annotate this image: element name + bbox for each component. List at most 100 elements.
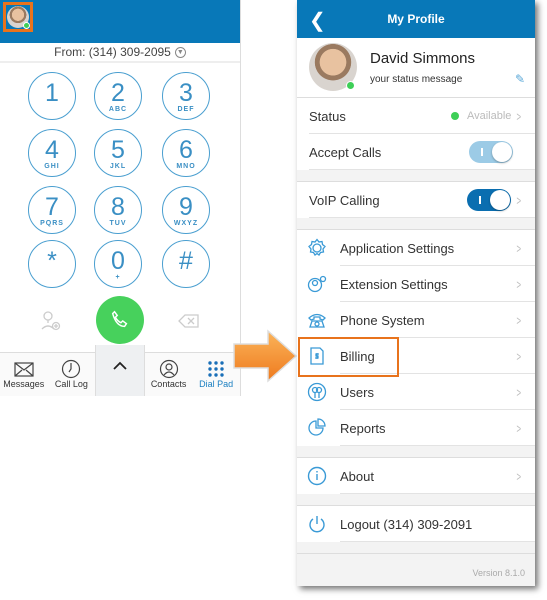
from-number-selector[interactable]: From: (314) 309-2095 ▼ [0, 43, 240, 63]
arrow-pointer [232, 328, 298, 389]
menu-item-phone-system[interactable]: Phone System > [297, 302, 535, 338]
tab-label: Call Log [54, 379, 88, 389]
chevron-down-icon: ▼ [174, 46, 186, 58]
chevron-right-icon: > [516, 240, 522, 256]
pencil-icon[interactable]: ✎ [515, 72, 525, 86]
dialer-header [0, 0, 240, 43]
key-letters: + [115, 274, 121, 281]
profile-avatar-button[interactable] [3, 2, 33, 32]
logout-button[interactable]: Logout (314) 309-2091 [297, 506, 535, 542]
key-digit: 3 [179, 79, 193, 107]
divider [297, 170, 535, 182]
chevron-right-icon: > [516, 312, 522, 328]
online-dot [346, 81, 355, 90]
version-label: Version 8.1.0 [472, 568, 525, 578]
voip-label: VoIP Calling [309, 192, 380, 208]
logout-label: Logout (314) 309-2091 [340, 516, 473, 532]
key-8[interactable]: 8 TUV [94, 186, 142, 234]
tab-label: Messages [3, 379, 45, 389]
voip-toggle[interactable] [467, 189, 512, 211]
profile-screen: ❮ My Profile David Simmons your status m… [297, 0, 535, 586]
tab-call-log[interactable]: Call Log [48, 353, 96, 396]
key-letters: ABC [108, 106, 128, 113]
key-12[interactable]: # [162, 240, 210, 288]
back-chevron-icon[interactable]: ❮ [309, 8, 326, 33]
tab-bar: Messages Call Log Contacts Dial Pad [0, 345, 240, 396]
key-letters: GHI [44, 163, 60, 170]
chevron-right-icon: > [516, 108, 522, 124]
accept-calls-label: Accept Calls [309, 144, 382, 160]
key-digit: 7 [45, 193, 59, 221]
menu-label: About [340, 468, 374, 484]
pie-chart-icon [308, 418, 326, 436]
status-label: Status [309, 108, 346, 124]
divider [297, 542, 535, 554]
users-icon [307, 382, 327, 402]
tab-contacts[interactable]: Contacts [145, 353, 193, 396]
menu-label: Extension Settings [340, 276, 448, 292]
dialer-screen: From: (314) 309-2095 ▼ 1 2 ABC 3 DEF 4 GHI 5 JKL 6… [0, 0, 241, 396]
key-2[interactable]: 2 ABC [94, 72, 142, 120]
extension-icon [307, 275, 327, 293]
key-digit: 4 [45, 136, 59, 164]
chevron-right-icon: > [516, 192, 522, 208]
divider [297, 494, 535, 506]
key-digit: * [47, 247, 57, 275]
online-dot [23, 22, 30, 29]
key-9[interactable]: 9 WXYZ [162, 186, 210, 234]
menu-label: Application Settings [340, 240, 455, 256]
chevron-right-icon: > [516, 468, 522, 484]
divider [297, 218, 535, 230]
menu-label: Reports [340, 420, 386, 436]
chevron-up-icon [96, 351, 144, 381]
menu-label: Phone System [340, 312, 425, 328]
avatar[interactable] [309, 43, 357, 91]
voip-row[interactable]: VoIP Calling > [297, 182, 535, 218]
status-dot [450, 112, 459, 120]
key-6[interactable]: 6 MNO [162, 129, 210, 177]
chevron-right-icon: > [516, 276, 522, 292]
accept-calls-row: Accept Calls [297, 134, 535, 170]
divider [297, 446, 535, 458]
tab-messages[interactable]: Messages [0, 353, 48, 396]
key-10[interactable]: * [28, 240, 76, 288]
add-contact-icon[interactable] [40, 310, 62, 337]
menu-item-reports[interactable]: Reports > [297, 410, 535, 446]
gear-icon [308, 238, 326, 256]
key-4[interactable]: 4 GHI [28, 129, 76, 177]
key-digit: 9 [179, 193, 193, 221]
chevron-right-icon: > [516, 420, 522, 436]
menu-item-about[interactable]: About > [297, 458, 535, 494]
envelope-icon [0, 359, 48, 379]
key-digit: 6 [179, 136, 193, 164]
power-icon [309, 516, 325, 533]
page-title: My Profile [387, 12, 445, 26]
call-button[interactable] [96, 296, 144, 344]
status-row[interactable]: Status Available > [297, 98, 535, 134]
status-message[interactable]: your status message [370, 74, 462, 85]
key-3[interactable]: 3 DEF [162, 72, 210, 120]
menu-item-application-settings[interactable]: Application Settings > [297, 230, 535, 266]
tab-label: Contacts [150, 379, 187, 389]
key-digit: 1 [45, 79, 59, 107]
tab-expand[interactable] [95, 345, 145, 396]
key-1[interactable]: 1 [28, 72, 76, 120]
key-7[interactable]: 7 PQRS [28, 186, 76, 234]
accept-calls-toggle[interactable] [469, 141, 513, 163]
key-digit: # [179, 247, 193, 275]
key-digit: 2 [111, 79, 125, 107]
from-label: From: (314) 309-2095 [54, 45, 171, 59]
key-digit: 8 [111, 193, 125, 221]
chevron-right-icon: > [516, 348, 522, 364]
key-letters: WXYZ [173, 220, 199, 227]
status-value: Available [466, 110, 512, 122]
key-letters: DEF [177, 106, 195, 113]
key-letters: MNO [176, 163, 196, 170]
profile-card: David Simmons your status message ✎ [297, 38, 535, 98]
backspace-icon[interactable] [178, 313, 200, 334]
key-11[interactable]: 0 + [94, 240, 142, 288]
user-name: David Simmons [370, 50, 476, 67]
menu-item-extension-settings[interactable]: Extension Settings > [297, 266, 535, 302]
menu-item-users[interactable]: Users > [297, 374, 535, 410]
key-5[interactable]: 5 JKL [94, 129, 142, 177]
